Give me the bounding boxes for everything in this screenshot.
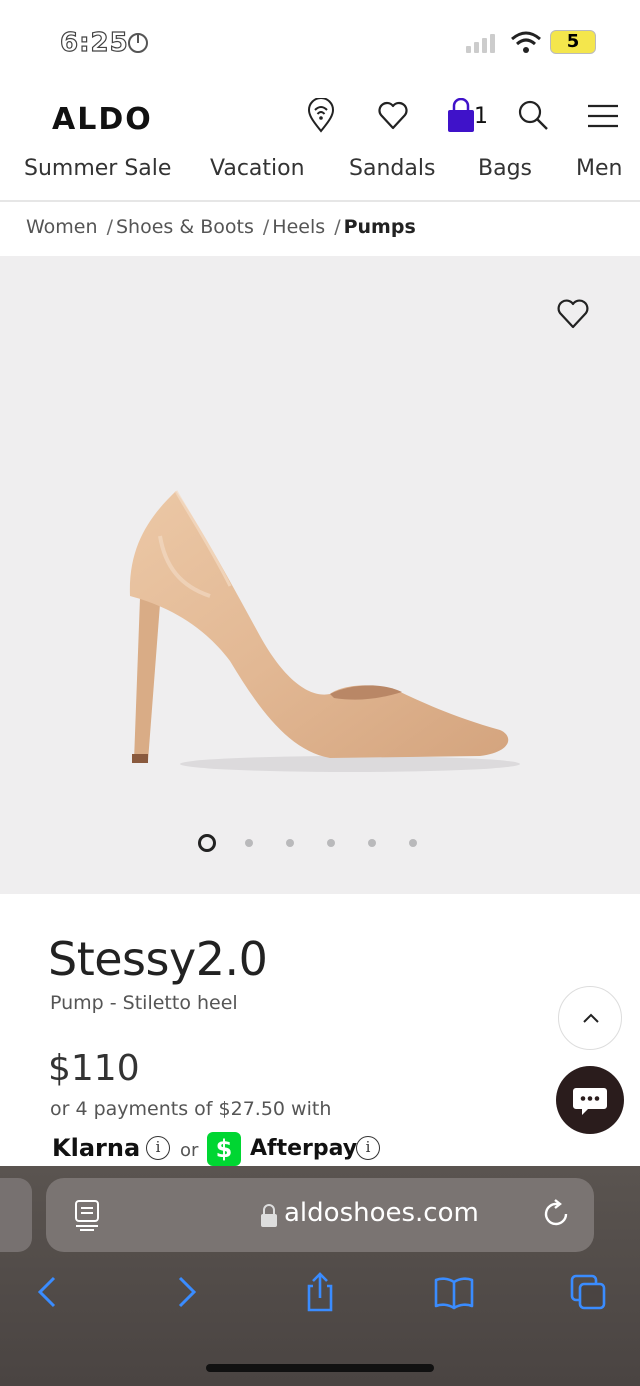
chevron-up-icon — [583, 1013, 599, 1023]
store-locator-icon[interactable] — [304, 98, 338, 134]
aldo-logo[interactable]: ALDO — [52, 102, 153, 137]
bag-count: 1 — [474, 104, 488, 129]
gallery-dot[interactable] — [286, 839, 294, 847]
home-indicator[interactable] — [206, 1364, 434, 1372]
cellular-signal-icon — [466, 34, 495, 53]
product-name: Stessy2.0 — [48, 932, 268, 986]
payment-options: Klarna i or $ Afterpay i — [50, 1132, 410, 1168]
gallery-dot[interactable] — [409, 839, 417, 847]
breadcrumb-current: Pumps — [343, 216, 416, 238]
forward-chevron-icon[interactable] — [164, 1270, 208, 1314]
back-chevron-icon[interactable] — [26, 1270, 70, 1314]
status-bar: 6:25 5 — [0, 0, 640, 86]
afterpay-logo: Afterpay — [250, 1136, 358, 1161]
chat-bubble-icon — [573, 1088, 607, 1115]
afterpay-info-icon[interactable]: i — [356, 1136, 380, 1160]
breadcrumb-separator: / — [262, 216, 270, 238]
tabs-icon[interactable] — [566, 1270, 610, 1314]
klarna-info-icon[interactable]: i — [146, 1136, 170, 1160]
gallery-dot[interactable] — [245, 839, 253, 847]
add-to-wishlist-heart-icon[interactable] — [554, 296, 592, 332]
cashapp-icon: $ — [207, 1132, 241, 1166]
klarna-logo: Klarna — [52, 1134, 141, 1162]
wishlist-heart-icon[interactable] — [376, 98, 410, 134]
breadcrumb-separator: / — [334, 216, 341, 238]
breadcrumb: Women / Shoes & Boots / Heels / Pumps — [26, 216, 416, 238]
breadcrumb-women[interactable]: Women — [26, 216, 98, 238]
reader-mode-icon[interactable] — [72, 1198, 102, 1232]
bookmarks-book-icon[interactable] — [432, 1270, 476, 1314]
battery-indicator: 5 — [550, 30, 596, 54]
status-time: 6:25 — [59, 27, 129, 58]
shopping-bag-icon[interactable] — [444, 98, 478, 134]
product-subtitle: Pump - Stiletto heel — [50, 992, 238, 1014]
installments-text: or 4 payments of $27.50 with — [50, 1098, 332, 1120]
product-image-pump — [129, 490, 520, 772]
address-bar[interactable]: aldoshoes.com — [46, 1178, 594, 1252]
chat-button[interactable] — [556, 1066, 624, 1134]
share-icon[interactable] — [298, 1270, 342, 1314]
browser-toolbar: aldoshoes.com — [0, 1166, 640, 1386]
nav-item-bags[interactable]: Bags — [478, 156, 532, 181]
reload-icon[interactable] — [540, 1198, 572, 1230]
nav-item-men[interactable]: Men — [576, 156, 622, 181]
url-text: aldoshoes.com — [284, 1198, 479, 1228]
breadcrumb-separator: / — [106, 216, 113, 238]
breadcrumb-shoes-boots[interactable]: Shoes & Boots — [116, 216, 254, 238]
site-header: ALDO 1 — [0, 88, 640, 148]
product-price: $110 — [48, 1048, 140, 1089]
search-icon[interactable] — [516, 98, 550, 134]
category-nav: Summer Sale Vacation Sandals Bags Men — [0, 150, 640, 202]
nav-item-summer-sale[interactable]: Summer Sale — [24, 156, 171, 181]
or-text: or — [180, 1140, 199, 1161]
gallery-dot-active[interactable] — [198, 834, 216, 852]
scroll-to-top-button[interactable] — [558, 986, 622, 1050]
product-gallery[interactable] — [0, 256, 640, 894]
gallery-dot[interactable] — [327, 839, 335, 847]
menu-icon[interactable] — [586, 98, 620, 134]
nav-item-vacation[interactable]: Vacation — [210, 156, 305, 181]
wifi-icon — [511, 31, 541, 53]
breadcrumb-heels[interactable]: Heels — [272, 216, 325, 238]
lock-icon — [261, 1204, 277, 1227]
gallery-dot[interactable] — [368, 839, 376, 847]
nav-item-sandals[interactable]: Sandals — [349, 156, 435, 181]
previous-tab-preview[interactable] — [0, 1178, 32, 1252]
timer-icon — [128, 33, 148, 53]
